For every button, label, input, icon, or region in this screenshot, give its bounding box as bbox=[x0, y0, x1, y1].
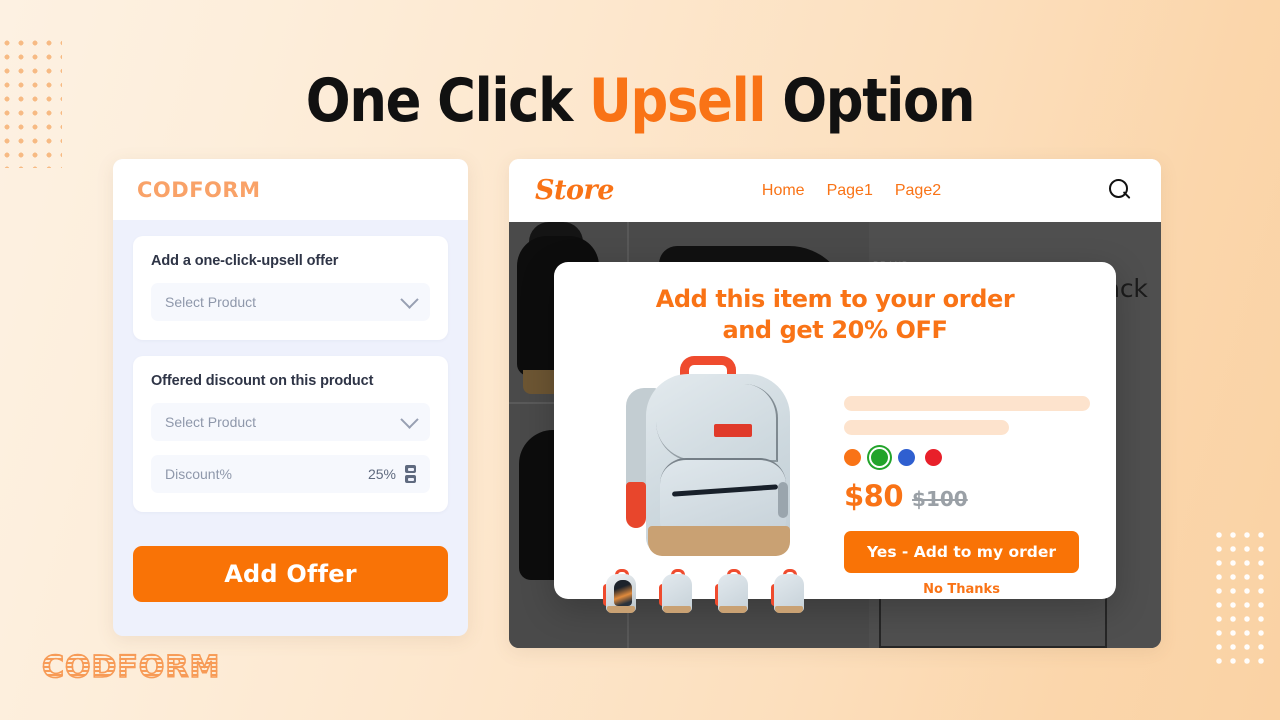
price-original: $100 bbox=[912, 487, 968, 511]
search-icon[interactable] bbox=[1107, 178, 1133, 204]
headline-part-2: Option bbox=[765, 66, 975, 136]
store-logo: Store bbox=[535, 175, 614, 206]
headline-accent: Upsell bbox=[588, 66, 767, 136]
upsell-body: $80 $100 Yes - Add to my order No Thanks bbox=[580, 354, 1090, 618]
color-swatch-green[interactable] bbox=[871, 449, 888, 466]
backpack-logo-patch bbox=[714, 424, 752, 437]
color-swatch-red[interactable] bbox=[925, 449, 942, 466]
backpack-strap-accent bbox=[626, 482, 646, 528]
product-thumbnails bbox=[580, 568, 830, 618]
headline-part-1: One Click bbox=[305, 66, 589, 136]
price-row: $80 $100 bbox=[844, 479, 1090, 513]
upsell-product-select[interactable]: Select Product bbox=[151, 283, 430, 321]
upsell-modal: Add this item to your order and get 20% … bbox=[554, 262, 1116, 613]
price-current: $80 bbox=[844, 479, 904, 513]
discount-percent-label: Discount% bbox=[165, 466, 232, 482]
accept-offer-button[interactable]: Yes - Add to my order bbox=[844, 531, 1079, 573]
product-thumbnail[interactable] bbox=[654, 568, 700, 618]
decorative-dots-bottom-right bbox=[1216, 532, 1272, 672]
upsell-product-select-value: Select Product bbox=[165, 294, 257, 310]
product-image-backpack bbox=[610, 354, 800, 566]
product-thumbnail[interactable] bbox=[598, 568, 644, 618]
discount-card: Offered discount on this product Select … bbox=[133, 356, 448, 512]
upsell-heading-line-2: and get 20% OFF bbox=[722, 316, 948, 344]
color-swatch-blue[interactable] bbox=[898, 449, 915, 466]
backpack-side-zipper bbox=[778, 482, 788, 518]
app-topbar: CODFORM bbox=[113, 159, 468, 220]
backpack-seam bbox=[656, 384, 778, 462]
product-thumbnail[interactable] bbox=[766, 568, 812, 618]
decorative-dots-top-left bbox=[4, 40, 62, 168]
color-swatches bbox=[844, 449, 1090, 466]
number-stepper-icon[interactable] bbox=[405, 465, 416, 483]
app-body: Add a one-click-upsell offer Select Prod… bbox=[113, 220, 468, 602]
chevron-down-icon bbox=[400, 409, 419, 429]
add-offer-button[interactable]: Add Offer bbox=[133, 546, 448, 602]
store-nav-links: Home Page1 Page2 bbox=[762, 182, 941, 200]
watermark-logo: CODFORM bbox=[41, 649, 221, 686]
page-title: One Click Upsell Option bbox=[77, 66, 1203, 136]
chevron-down-icon bbox=[400, 289, 419, 309]
backpack-leather-base bbox=[648, 526, 790, 556]
upsell-details: $80 $100 Yes - Add to my order No Thanks bbox=[830, 354, 1090, 618]
placeholder-bar bbox=[844, 396, 1090, 411]
upsell-media bbox=[580, 354, 830, 618]
discount-card-title: Offered discount on this product bbox=[151, 373, 374, 389]
upsell-offer-title: Add a one-click-upsell offer bbox=[151, 253, 339, 269]
upsell-heading: Add this item to your order and get 20% … bbox=[580, 284, 1090, 346]
color-swatch-orange[interactable] bbox=[844, 449, 861, 466]
upsell-offer-card: Add a one-click-upsell offer Select Prod… bbox=[133, 236, 448, 340]
discount-product-select[interactable]: Select Product bbox=[151, 403, 430, 441]
decline-offer-link[interactable]: No Thanks bbox=[844, 582, 1079, 597]
discount-percent-input[interactable]: Discount% 25% bbox=[151, 455, 430, 493]
discount-product-select-value: Select Product bbox=[165, 414, 257, 430]
discount-percent-value: 25% bbox=[367, 466, 396, 482]
nav-link-page2[interactable]: Page2 bbox=[895, 182, 941, 200]
upsell-heading-line-1: Add this item to your order bbox=[655, 285, 1015, 313]
product-thumbnail[interactable] bbox=[710, 568, 756, 618]
nav-link-page1[interactable]: Page1 bbox=[827, 182, 873, 200]
placeholder-bar bbox=[844, 420, 1009, 435]
nav-link-home[interactable]: Home bbox=[762, 182, 805, 200]
store-navbar: Store Home Page1 Page2 bbox=[509, 159, 1161, 222]
app-brand-logo: CODFORM bbox=[137, 177, 261, 202]
app-panel: CODFORM Add a one-click-upsell offer Sel… bbox=[113, 159, 468, 636]
